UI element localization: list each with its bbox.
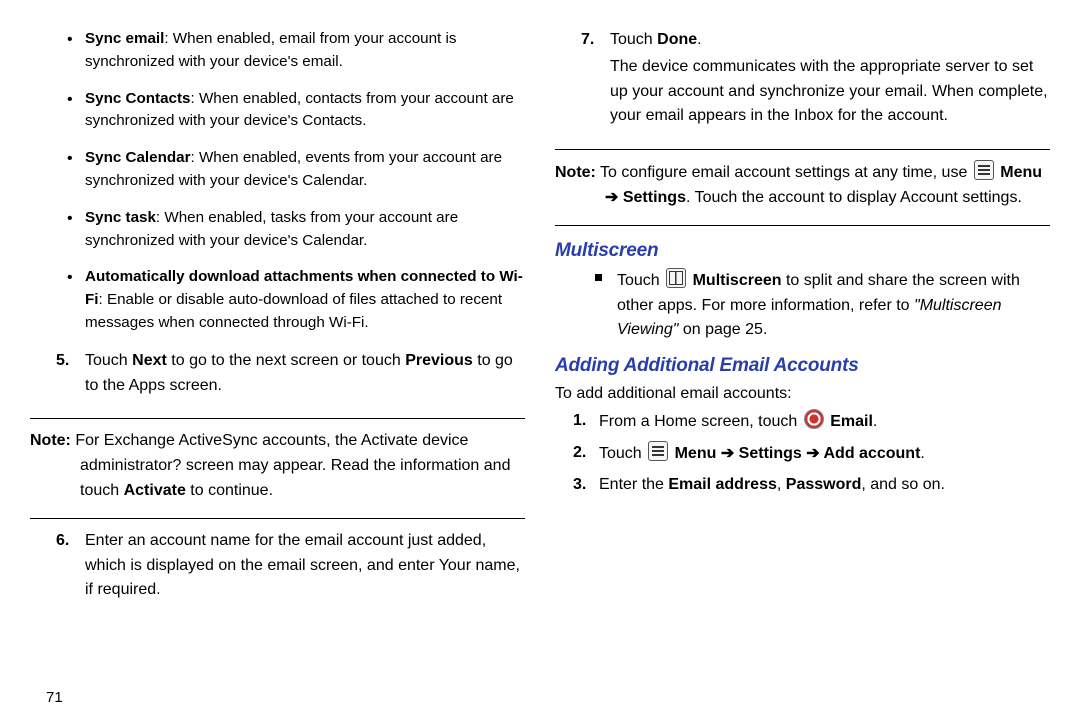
bold-menu: Menu — [675, 445, 717, 462]
bullet-text: : Enable or disable auto-download of fil… — [85, 291, 502, 331]
step-bold-done: Done — [657, 31, 697, 48]
step-number: 6. — [56, 529, 69, 554]
heading-adding-accounts: Adding Additional Email Accounts — [555, 355, 1050, 377]
step-5: 5. Touch Next to go to the next screen o… — [30, 349, 525, 399]
divider — [555, 149, 1050, 150]
divider — [30, 518, 525, 519]
step-bold-previous: Previous — [405, 352, 473, 369]
menu-icon — [974, 160, 994, 180]
sync-options-list: Sync email: When enabled, email from you… — [30, 28, 525, 349]
step-text-pre: Touch — [85, 352, 132, 369]
bold-email: Email — [830, 413, 873, 430]
text-post: . — [920, 445, 924, 462]
text-pre: Touch — [617, 272, 664, 289]
multiscreen-bullet: Touch Multiscreen to split and share the… — [555, 268, 1050, 343]
left-column: Sync email: When enabled, email from you… — [30, 28, 525, 708]
multiscreen-icon — [666, 268, 686, 288]
note-activesync: Note: For Exchange ActiveSync accounts, … — [30, 429, 525, 503]
adding-intro: To add additional email accounts: — [555, 385, 1050, 403]
arrow-icon: ➔ — [605, 189, 623, 206]
step-bold-next: Next — [132, 352, 167, 369]
add-step-2: 2. Touch Menu ➔ Settings ➔ Add account. — [555, 441, 1050, 467]
bold-settings: Settings — [739, 445, 802, 462]
arrow-icon: ➔ — [802, 445, 824, 462]
step-6: 6. Enter an account name for the email a… — [30, 529, 525, 603]
email-icon — [804, 409, 824, 429]
note-label: Note: — [30, 432, 71, 449]
step-number: 3. — [573, 473, 586, 498]
bullet-sync-contacts: Sync Contacts: When enabled, contacts fr… — [85, 88, 525, 134]
note-bold-activate: Activate — [124, 482, 186, 499]
text-post: on page 25. — [678, 321, 767, 338]
step-text-mid: to go to the next screen or touch — [167, 352, 405, 369]
divider — [555, 225, 1050, 226]
page-number: 71 — [46, 689, 63, 706]
step-7: 7. Touch Done. The device communicates w… — [555, 28, 1050, 129]
text-pre: From a Home screen, touch — [599, 413, 802, 430]
text-post: . — [873, 413, 877, 430]
bullet-bold: Sync task — [85, 209, 156, 226]
step-body: The device communicates with the appropr… — [610, 55, 1050, 129]
add-step-3: 3. Enter the Email address, Password, an… — [555, 473, 1050, 498]
step-text-post: . — [697, 31, 701, 48]
bullet-bold: Sync Calendar — [85, 149, 191, 166]
bullet-sync-email: Sync email: When enabled, email from you… — [85, 28, 525, 74]
step-number: 5. — [56, 349, 69, 374]
note-configure-email: Note: To configure email account setting… — [555, 160, 1050, 211]
text-pre: Touch — [599, 445, 646, 462]
bullet-bold: Sync email — [85, 30, 164, 47]
bullet-sync-task: Sync task: When enabled, tasks from your… — [85, 207, 525, 253]
note-text-post: to continue. — [186, 482, 273, 499]
right-column: 7. Touch Done. The device communicates w… — [555, 28, 1050, 708]
step-number: 2. — [573, 441, 586, 466]
note-text-post: . Touch the account to display Account s… — [686, 189, 1022, 206]
add-step-1: 1. From a Home screen, touch Email. — [555, 409, 1050, 435]
bold-add-account: Add account — [824, 445, 921, 462]
arrow-icon: ➔ — [716, 445, 738, 462]
step-number: 1. — [573, 409, 586, 434]
note-bold-settings: Settings — [623, 189, 686, 206]
step-text: Enter an account name for the email acco… — [85, 532, 520, 599]
note-text-pre: To configure email account settings at a… — [596, 164, 972, 181]
heading-multiscreen: Multiscreen — [555, 240, 1050, 262]
step-number: 7. — [581, 28, 594, 53]
bold-email-address: Email address — [668, 476, 777, 493]
menu-icon — [648, 441, 668, 461]
separator: , — [777, 476, 786, 493]
bold-password: Password — [786, 476, 862, 493]
note-label: Note: — [555, 164, 596, 181]
bold-multiscreen: Multiscreen — [693, 272, 782, 289]
text-pre: Enter the — [599, 476, 668, 493]
bullet-bold: Sync Contacts — [85, 90, 191, 107]
bullet-auto-download: Automatically download attachments when … — [85, 266, 525, 334]
bullet-sync-calendar: Sync Calendar: When enabled, events from… — [85, 147, 525, 193]
step-text-pre: Touch — [610, 31, 657, 48]
text-post: , and so on. — [861, 476, 945, 493]
note-bold-menu: Menu — [1000, 164, 1042, 181]
divider — [30, 418, 525, 419]
